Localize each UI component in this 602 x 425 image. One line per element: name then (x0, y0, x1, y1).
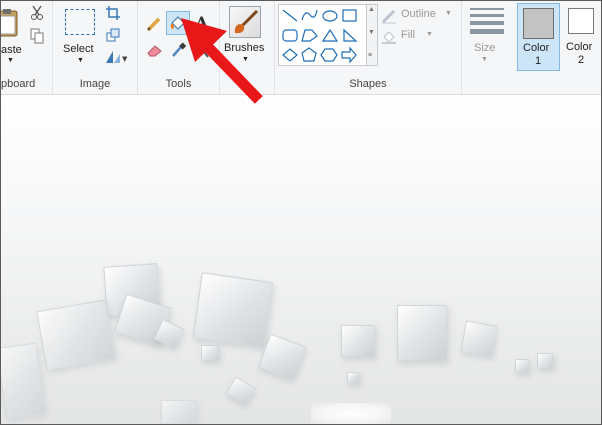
glass-cube (460, 320, 498, 358)
pencil-icon[interactable] (146, 16, 162, 32)
clipboard-group: aste ▼ pboard (1, 1, 53, 94)
color1-button[interactable]: Color 1 (517, 3, 560, 71)
shapes-group-label: Shapes (349, 78, 387, 90)
fill-button[interactable]: Fill ▼ (381, 29, 441, 45)
fill-label: Fill (401, 29, 416, 41)
glass-cube (515, 359, 529, 373)
shapes-scrollbar[interactable]: ▲ ▼ ≡ (366, 4, 378, 66)
color1-number: 1 (535, 55, 542, 67)
oval-shape-icon (322, 10, 338, 22)
image-group-label: Image (79, 78, 111, 90)
tools-group-label: Tools (165, 78, 192, 90)
crop-icon[interactable] (106, 6, 120, 20)
right-triangle-shape-icon (343, 28, 358, 42)
color1-swatch (523, 8, 554, 39)
brushes-icon (229, 6, 261, 38)
white-glow (311, 403, 391, 424)
line-shape-icon (282, 9, 298, 22)
fill-shape-icon (382, 31, 396, 44)
glass-cube (537, 353, 553, 369)
cut-icon[interactable] (30, 5, 44, 21)
rectangle-shape-icon (342, 9, 357, 22)
glass-cube (397, 305, 447, 361)
brushes-dropdown-icon: ▼ (242, 56, 249, 63)
color2-button[interactable]: Color 2 (561, 3, 601, 69)
magnifier-icon[interactable] (195, 43, 209, 59)
color2-swatch (568, 8, 594, 34)
copy-icon[interactable] (30, 28, 44, 44)
scroll-up-icon[interactable]: ▲ (368, 6, 375, 13)
shapes-group: ▲ ▼ ≡ Outline ▼ Fill ▼ Shapes (275, 1, 462, 94)
drawing-canvas[interactable] (1, 95, 601, 424)
curve-shape-icon (301, 9, 318, 21)
color2-number: 2 (578, 54, 585, 66)
svg-text:▼: ▼ (122, 55, 127, 63)
ribbon: aste ▼ pboard Select ▼ ▼ Image A Tools B… (1, 1, 601, 95)
size-dropdown-icon: ▼ (481, 56, 488, 63)
outline-button[interactable]: Outline ▼ (381, 8, 456, 24)
select-label: Select (63, 43, 94, 55)
glass-cube (341, 325, 375, 357)
size-lines-icon (470, 8, 504, 34)
clipboard-group-label: pboard (1, 78, 36, 90)
scroll-down-icon[interactable]: ▼ (368, 29, 375, 36)
tools-group: A Tools (138, 1, 220, 94)
canvas-image (1, 95, 601, 424)
rounded-rectangle-shape-icon (282, 29, 298, 42)
outline-pencil-icon (381, 9, 396, 24)
size-label: Size (474, 42, 496, 54)
scroll-more-icon[interactable]: ≡ (368, 52, 372, 59)
select-button[interactable]: Select ▼ (59, 5, 101, 65)
glass-cube (201, 345, 219, 361)
outline-label: Outline (401, 8, 436, 20)
brushes-label: Brushes (224, 42, 265, 54)
svg-text:A: A (194, 14, 209, 32)
clipboard-icon (1, 9, 18, 37)
shapes-grid (282, 9, 358, 64)
glass-cube (161, 400, 197, 424)
triangle-shape-icon (321, 28, 339, 42)
size-button[interactable]: Size ▼ (466, 4, 508, 66)
image-group: Select ▼ ▼ Image (53, 1, 138, 94)
text-tool-icon[interactable]: A (193, 14, 209, 32)
color1-label: Color (523, 42, 550, 54)
pentagon-shape-icon (301, 47, 317, 62)
arrow-shape-icon (341, 46, 357, 64)
brushes-group: Brushes ▼ (220, 1, 275, 94)
outline-dropdown-icon: ▼ (445, 10, 452, 17)
glass-cube (1, 342, 46, 420)
shapes-gallery (278, 4, 368, 66)
resize-icon[interactable] (106, 28, 120, 42)
select-rectangle-icon (65, 9, 95, 35)
glass-cube (36, 299, 116, 371)
color-picker-icon[interactable] (170, 42, 186, 58)
size-group: Size ▼ (462, 1, 512, 94)
glass-cube (347, 372, 359, 384)
brushes-button[interactable]: Brushes ▼ (222, 4, 272, 66)
paint-window: aste ▼ pboard Select ▼ ▼ Image A Tools B… (0, 0, 602, 425)
diamond-shape-icon (282, 48, 298, 62)
paste-dropdown-icon: ▼ (7, 57, 14, 64)
fill-bucket-icon (170, 16, 185, 30)
glass-cube (192, 272, 274, 348)
hexagon-shape-icon (320, 48, 338, 62)
color2-label: Color (566, 41, 593, 53)
paste-button[interactable]: aste ▼ (1, 5, 23, 64)
glass-cube (225, 376, 257, 406)
paste-label: aste (1, 44, 22, 56)
polygon-shape-icon (301, 29, 318, 42)
rotate-icon[interactable]: ▼ (105, 50, 127, 64)
select-dropdown-icon: ▼ (77, 57, 84, 64)
eraser-icon[interactable] (146, 43, 164, 57)
fill-tool-selected[interactable] (166, 11, 190, 35)
fill-dropdown-icon: ▼ (426, 31, 433, 38)
glass-cube (257, 333, 307, 381)
